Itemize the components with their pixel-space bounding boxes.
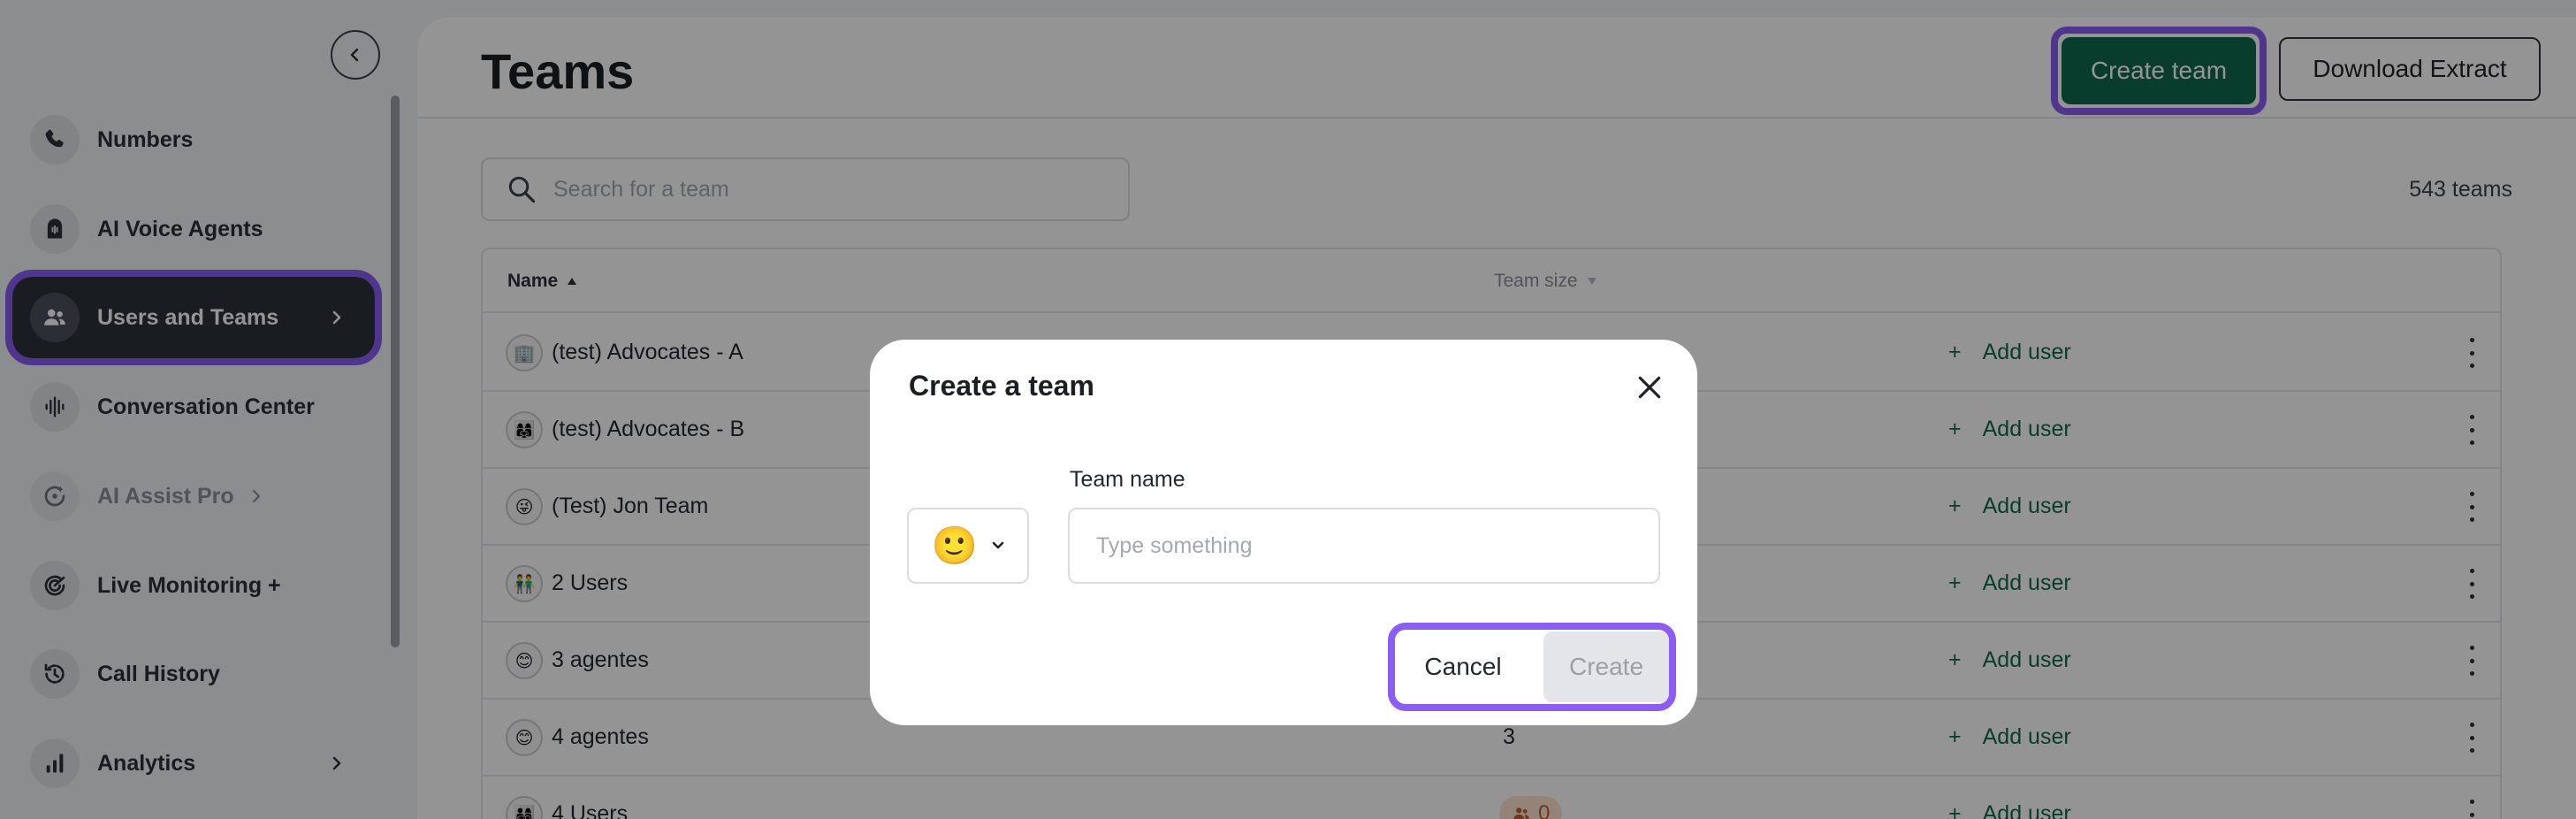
team-name-input[interactable] xyxy=(1068,508,1660,584)
emoji-icon: 🙂 xyxy=(931,524,979,566)
create-team-dialog: Create a team 🙂 Team name Cancel Create xyxy=(870,340,1697,725)
cancel-button[interactable]: Cancel xyxy=(1397,631,1529,702)
dialog-title: Create a team xyxy=(909,370,1094,402)
chevron-down-icon xyxy=(992,541,1004,549)
create-button[interactable]: Create xyxy=(1543,631,1669,702)
emoji-picker[interactable]: 🙂 xyxy=(907,508,1029,584)
team-name-label: Team name xyxy=(1070,467,1185,492)
close-icon xyxy=(1638,376,1661,399)
close-button[interactable] xyxy=(1630,368,1669,407)
